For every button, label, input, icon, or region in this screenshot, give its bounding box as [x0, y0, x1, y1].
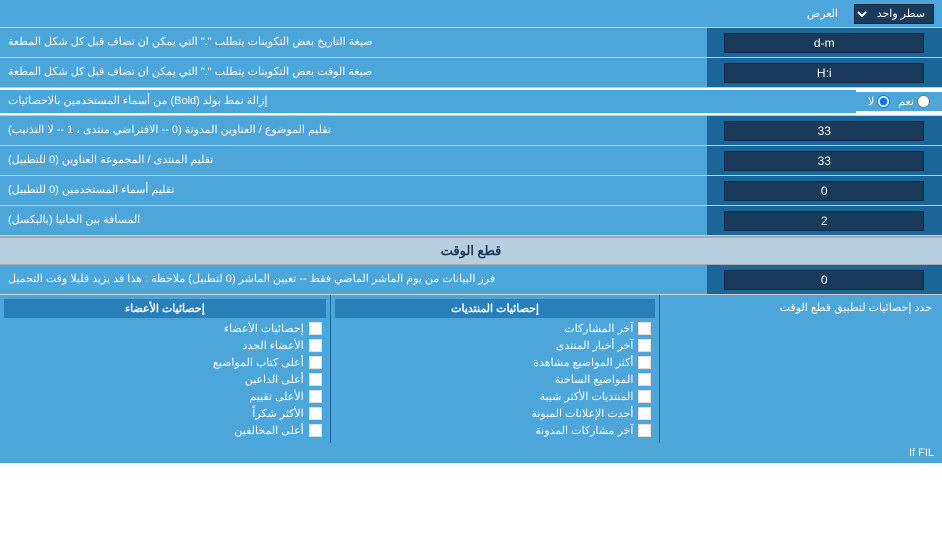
checkbox-icon-4[interactable] — [638, 390, 651, 403]
forum-order-row: تقليم المنتدى / المجموعة العناوين (0 للت… — [0, 146, 942, 176]
filter-input[interactable] — [724, 270, 924, 290]
bottom-text: If FIL — [0, 443, 942, 463]
radio-no[interactable]: لا — [868, 95, 890, 108]
forum-order-label: تقليم المنتدى / المجموعة العناوين (0 للت… — [0, 146, 707, 175]
checkbox-member-3[interactable] — [309, 373, 322, 386]
stats-posts-section: إحصائيات المنتديات آخر المشاركات آخر أخب… — [330, 295, 660, 443]
stats-members-item-4[interactable]: الأعلى تقييم — [4, 388, 326, 405]
topics-order-label: تقليم الموضوع / العناوين المدونة (0 -- ا… — [0, 116, 707, 145]
users-order-input-cell[interactable] — [707, 176, 942, 205]
date-format-input-cell[interactable] — [707, 28, 942, 57]
stats-members-item-6[interactable]: أعلى المخالفين — [4, 422, 326, 439]
topics-order-row: تقليم الموضوع / العناوين المدونة (0 -- ا… — [0, 116, 942, 146]
stats-posts-item-0[interactable]: آخر المشاركات — [335, 320, 656, 337]
bold-radio-cell[interactable]: نعم لا — [856, 92, 942, 111]
stats-members-header: إحصائيات الأعضاء — [4, 299, 326, 318]
stats-members-item-1[interactable]: الأعضاء الجدد — [4, 337, 326, 354]
stats-members-item-0[interactable]: إحصائيات الأعضاء — [4, 320, 326, 337]
checkbox-icon-5[interactable] — [638, 407, 651, 420]
stats-members-section: إحصائيات الأعضاء إحصائيات الأعضاء الأعضا… — [0, 295, 330, 443]
stats-posts-item-2[interactable]: أكثر المواضيع مشاهدة — [335, 354, 656, 371]
gap-input-cell[interactable] — [707, 206, 942, 235]
stats-posts-header: إحصائيات المنتديات — [335, 299, 656, 318]
users-order-input[interactable] — [724, 181, 924, 201]
forum-order-input-cell[interactable] — [707, 146, 942, 175]
bold-remove-row: نعم لا إزالة نمط بولد (Bold) من أسماء ال… — [0, 88, 942, 116]
checkbox-member-5[interactable] — [309, 407, 322, 420]
radio-yes-input[interactable] — [917, 95, 930, 108]
date-format-row: صيغة التاريخ بعض التكوينات يتطلب "." الت… — [0, 28, 942, 58]
top-row: سطر واحد سطران ثلاثة أسطر العرض — [0, 0, 942, 28]
stats-members-item-2[interactable]: أعلى كتاب المواضيع — [4, 354, 326, 371]
display-select-cell[interactable]: سطر واحد سطران ثلاثة أسطر — [846, 1, 942, 27]
checkbox-member-0[interactable] — [309, 322, 322, 335]
filter-row: فرز البيانات من يوم الماشر الماضي فقط --… — [0, 265, 942, 295]
users-order-label: تقليم أسماء المستخدمين (0 للتطبيل) — [0, 176, 707, 205]
stats-members-item-5[interactable]: الأكثر شكراً — [4, 405, 326, 422]
topics-order-input-cell[interactable] — [707, 116, 942, 145]
time-format-label: صيغة الوقت بعض التكوينات يتطلب "." التي … — [0, 58, 707, 87]
stats-apply-label: حدد إحصائيات لتطبيق قطع الوقت — [659, 295, 942, 443]
gap-row: المسافة بين الخانيا (بالبكسل) — [0, 206, 942, 236]
checkbox-member-1[interactable] — [309, 339, 322, 352]
main-container: سطر واحد سطران ثلاثة أسطر العرض صيغة الت… — [0, 0, 942, 463]
checkbox-member-4[interactable] — [309, 390, 322, 403]
checkbox-member-2[interactable] — [309, 356, 322, 369]
display-select[interactable]: سطر واحد سطران ثلاثة أسطر — [854, 4, 934, 24]
gap-input[interactable] — [724, 211, 924, 231]
bold-remove-label: إزالة نمط بولد (Bold) من أسماء المستخدمي… — [0, 90, 856, 113]
checkbox-icon-2[interactable] — [638, 356, 651, 369]
stats-posts-item-4[interactable]: المنتديات الأكثر شيبة — [335, 388, 656, 405]
checkbox-member-6[interactable] — [309, 424, 322, 437]
stats-area: حدد إحصائيات لتطبيق قطع الوقت إحصائيات ا… — [0, 295, 942, 443]
users-order-row: تقليم أسماء المستخدمين (0 للتطبيل) — [0, 176, 942, 206]
filter-label: فرز البيانات من يوم الماشر الماضي فقط --… — [0, 265, 707, 294]
time-format-input[interactable] — [724, 63, 924, 83]
stats-posts-item-5[interactable]: أحدث الإعلانات المبونة — [335, 405, 656, 422]
time-format-row: صيغة الوقت بعض التكوينات يتطلب "." التي … — [0, 58, 942, 88]
date-format-input[interactable] — [724, 33, 924, 53]
stats-members-item-3[interactable]: أعلى الداعين — [4, 371, 326, 388]
stats-posts-item-3[interactable]: المواضيع الساخنة — [335, 371, 656, 388]
stats-posts-item-6[interactable]: آخر مشاركات المدونة — [335, 422, 656, 439]
realtime-section-header: قطع الوقت — [0, 236, 942, 265]
filter-input-cell[interactable] — [707, 265, 942, 294]
checkbox-icon-6[interactable] — [638, 424, 651, 437]
stats-posts-item-1[interactable]: آخر أخبار المنتدى — [335, 337, 656, 354]
radio-yes[interactable]: نعم — [898, 95, 930, 108]
page-title: العرض — [0, 3, 846, 24]
topics-order-input[interactable] — [724, 121, 924, 141]
checkbox-icon-3[interactable] — [638, 373, 651, 386]
checkbox-icon-0[interactable] — [638, 322, 651, 335]
checkbox-icon-1[interactable] — [638, 339, 651, 352]
gap-label: المسافة بين الخانيا (بالبكسل) — [0, 206, 707, 235]
date-format-label: صيغة التاريخ بعض التكوينات يتطلب "." الت… — [0, 28, 707, 57]
radio-no-input[interactable] — [877, 95, 890, 108]
time-format-input-cell[interactable] — [707, 58, 942, 87]
forum-order-input[interactable] — [724, 151, 924, 171]
